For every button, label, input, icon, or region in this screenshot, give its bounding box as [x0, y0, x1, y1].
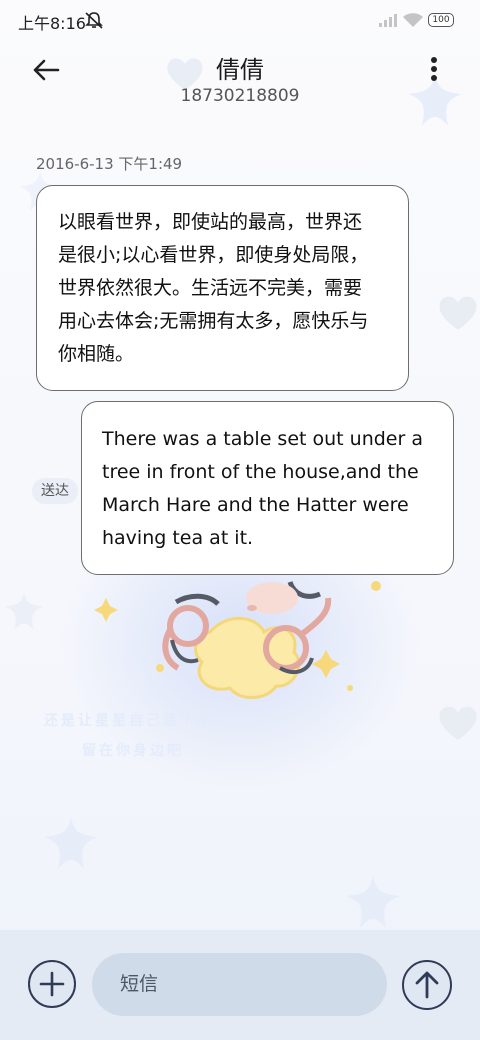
delivery-status-label: 送达: [32, 478, 78, 504]
more-vertical-icon[interactable]: [420, 54, 448, 86]
message-text-line: 用心去体会;无需拥有太多，愿快乐与: [58, 310, 369, 332]
plus-icon: [39, 971, 65, 997]
message-input[interactable]: 短信: [92, 953, 387, 1016]
message-input-placeholder: 短信: [120, 973, 159, 995]
send-button[interactable]: [402, 960, 452, 1010]
wallpaper-caption-line: 还是让星星自己落下来: [44, 713, 214, 729]
message-text-line: 以眼看世界，即使站的最高，世界还: [58, 211, 363, 233]
contact-number[interactable]: 18730218809: [140, 86, 340, 106]
status-time: 上午8:16: [18, 14, 86, 33]
message-text-line: March Hare and the Hatter were: [102, 494, 409, 516]
wifi-icon: [403, 13, 423, 27]
message-timestamp: 2016-6-13 下午1:49: [36, 155, 183, 173]
heart-decoration: [439, 296, 477, 330]
outgoing-message-bubble[interactable]: There was a table set out under a tree i…: [81, 401, 454, 575]
message-text-line: 是很小;以心看世界，即使身处局限，: [58, 244, 369, 266]
message-text-line: 你相随。: [58, 343, 135, 365]
wallpaper-caption-line: 留在你身边吧: [82, 743, 184, 759]
contact-name[interactable]: 倩倩: [140, 50, 340, 85]
status-bar: 上午8:16 100: [0, 0, 480, 42]
mute-bell-icon: [85, 12, 103, 29]
star-decoration: [44, 817, 98, 869]
heart-decoration: [439, 706, 477, 740]
battery-indicator: 100: [428, 13, 454, 27]
send-arrow-icon: [415, 971, 439, 999]
message-text-line: 世界依然很大。生活远不完美，需要: [58, 277, 363, 299]
star-decoration: [346, 876, 400, 928]
message-text-line: having tea at it.: [102, 527, 254, 549]
back-arrow-icon[interactable]: [28, 52, 64, 88]
message-text-line: There was a table set out under a: [102, 428, 423, 450]
cartoon-illustration: [94, 581, 381, 699]
message-text-line: tree in front of the house,and the: [102, 461, 419, 483]
star-decoration: [4, 592, 44, 630]
wallpaper-caption: 还是让星星自己落下来 留在你身边吧: [44, 706, 214, 766]
signal-icon: [379, 14, 397, 27]
add-attachment-button[interactable]: [28, 960, 76, 1008]
incoming-message-bubble[interactable]: 以眼看世界，即使站的最高，世界还 是很小;以心看世界，即使身处局限， 世界依然很…: [36, 185, 409, 391]
